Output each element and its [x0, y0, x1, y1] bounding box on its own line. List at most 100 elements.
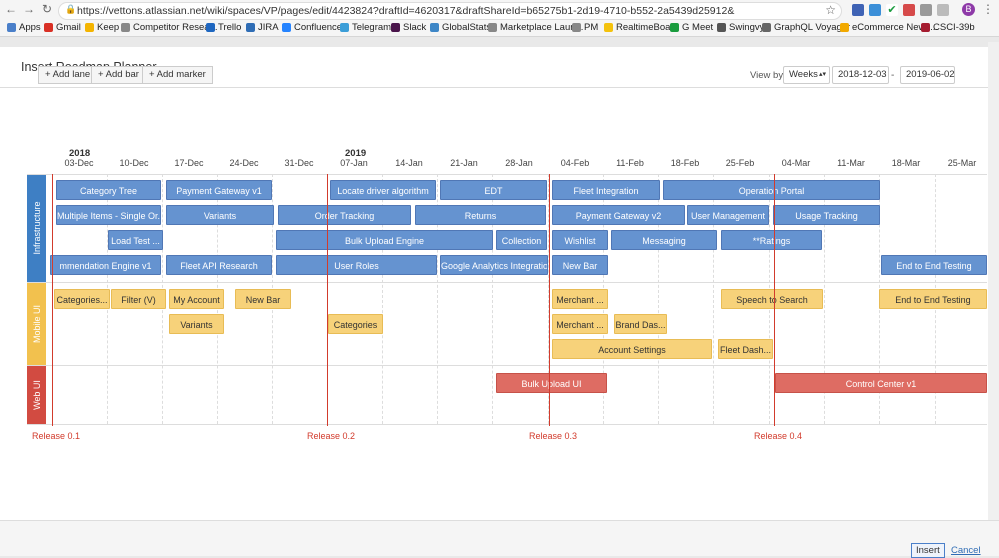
- scrollbar[interactable]: [988, 42, 999, 520]
- roadmap-bar[interactable]: Returns: [415, 205, 546, 225]
- bookmark-label: PM: [584, 22, 599, 33]
- add-lane-button[interactable]: + Add lane: [38, 66, 98, 84]
- bookmark-item[interactable]: PM: [572, 22, 598, 33]
- add-bar-button[interactable]: + Add bar: [91, 66, 146, 84]
- roadmap-bar[interactable]: Multiple Items - Single Or...: [56, 205, 161, 225]
- week-label: 25-Feb: [725, 158, 755, 168]
- extension-icon[interactable]: [937, 4, 949, 16]
- back-icon[interactable]: ←: [4, 2, 18, 16]
- release-marker-label[interactable]: Release 0.2: [307, 431, 355, 441]
- roadmap-bar[interactable]: Category Tree: [56, 180, 161, 200]
- bookmark-item[interactable]: Telegram: [340, 22, 391, 33]
- roadmap-bar[interactable]: Merchant ...: [552, 314, 608, 334]
- roadmap-bar[interactable]: Categories: [328, 314, 383, 334]
- bookmark-label: G Meet: [682, 22, 714, 33]
- lane-label[interactable]: Infrastructure: [27, 174, 46, 282]
- roadmap-bar[interactable]: Messaging: [611, 230, 717, 250]
- check-extension-icon[interactable]: ✔: [886, 4, 898, 16]
- roadmap-bar[interactable]: Operation Portal: [663, 180, 880, 200]
- view-by-select[interactable]: Weeks ▴▾: [783, 66, 830, 84]
- roadmap-bar[interactable]: Fleet API Research: [166, 255, 272, 275]
- lane-divider: [27, 282, 987, 283]
- roadmap-bar[interactable]: **Ratings: [721, 230, 822, 250]
- roadmap-bar[interactable]: Account Settings: [552, 339, 712, 359]
- extension-icon[interactable]: [852, 4, 864, 16]
- roadmap-bar[interactable]: Collection: [496, 230, 547, 250]
- cancel-link[interactable]: Cancel: [951, 545, 981, 556]
- roadmap-bar[interactable]: User Roles: [276, 255, 437, 275]
- release-marker-label[interactable]: Release 0.1: [32, 431, 80, 441]
- bookmark-item[interactable]: Confluence: [282, 22, 342, 33]
- view-by-label: View by: [750, 70, 784, 81]
- start-date-field[interactable]: 2018-12-03: [832, 66, 889, 84]
- bookmark-item[interactable]: Trello: [206, 22, 241, 33]
- roadmap-bar[interactable]: Speech to Search: [721, 289, 823, 309]
- bookmark-item[interactable]: Marketplace Laun...: [488, 22, 583, 33]
- lane-label[interactable]: Mobile UI: [27, 283, 46, 365]
- roadmap-bar[interactable]: Control Center v1: [775, 373, 987, 393]
- roadmap-bar[interactable]: User Management: [687, 205, 769, 225]
- release-marker-label[interactable]: Release 0.4: [754, 431, 802, 441]
- bookmark-favicon-icon: [670, 23, 679, 32]
- lane-label[interactable]: Web UI: [27, 366, 46, 424]
- bookmark-item[interactable]: JIRA: [246, 22, 279, 33]
- bookmark-item[interactable]: GraphQL Voyager: [762, 22, 850, 33]
- forward-icon[interactable]: →: [22, 2, 36, 16]
- release-marker-line[interactable]: [549, 174, 550, 426]
- bookmark-item[interactable]: CSCI-39b: [921, 22, 975, 33]
- roadmap-bar[interactable]: Brand Das...: [614, 314, 667, 334]
- roadmap-bar[interactable]: New Bar: [552, 255, 608, 275]
- bookmark-item[interactable]: GlobalStats: [430, 22, 491, 33]
- roadmap-bar[interactable]: Bulk Upload Engine: [276, 230, 493, 250]
- roadmap-bar[interactable]: Payment Gateway v1: [166, 180, 272, 200]
- roadmap-bar[interactable]: Variants: [169, 314, 224, 334]
- roadmap-bar[interactable]: Bulk Upload UI: [496, 373, 607, 393]
- menu-icon[interactable]: ⋮: [981, 2, 995, 16]
- bookmark-item[interactable]: Slack: [391, 22, 426, 33]
- roadmap-bar[interactable]: End to End Testing: [879, 289, 987, 309]
- roadmap-bar[interactable]: Filter (V): [111, 289, 166, 309]
- bookmark-item[interactable]: Swingvy: [717, 22, 764, 33]
- roadmap-bar[interactable]: Google Analytics Integration: [440, 255, 548, 275]
- roadmap-bar[interactable]: Locate driver algorithm: [330, 180, 436, 200]
- roadmap-bar[interactable]: Usage Tracking: [773, 205, 880, 225]
- bookmark-item[interactable]: Keep: [85, 22, 119, 33]
- release-marker-line[interactable]: [327, 174, 328, 426]
- roadmap-bar[interactable]: mmendation Engine v1: [50, 255, 161, 275]
- roadmap-bar[interactable]: End to End Testing: [881, 255, 987, 275]
- roadmap-bar[interactable]: EDT: [440, 180, 547, 200]
- roadmap-bar[interactable]: Wishlist: [552, 230, 608, 250]
- roadmap-bar[interactable]: Load Test ...: [108, 230, 163, 250]
- roadmap-bar[interactable]: Categories...: [54, 289, 110, 309]
- bookmark-item[interactable]: RealtimeBoard: [604, 22, 679, 33]
- roadmap-bar[interactable]: Merchant ...: [552, 289, 608, 309]
- bookmark-item[interactable]: Apps: [7, 22, 41, 33]
- extension-icon[interactable]: [869, 4, 881, 16]
- roadmap-bar[interactable]: Variants: [166, 205, 274, 225]
- roadmap-bar[interactable]: Payment Gateway v2: [552, 205, 685, 225]
- bookmark-item[interactable]: G Meet: [670, 22, 713, 33]
- end-date-field[interactable]: 2019-06-02: [900, 66, 955, 84]
- roadmap-bar[interactable]: Fleet Dash...: [718, 339, 773, 359]
- bookmark-favicon-icon: [921, 23, 930, 32]
- release-marker-label[interactable]: Release 0.3: [529, 431, 577, 441]
- roadmap-bar[interactable]: Order Tracking: [278, 205, 411, 225]
- bookmark-star-icon[interactable]: ☆: [825, 3, 836, 17]
- profile-avatar[interactable]: B: [962, 3, 975, 16]
- add-marker-button[interactable]: + Add marker: [142, 66, 213, 84]
- extension-icon[interactable]: [903, 4, 915, 16]
- release-marker-line[interactable]: [52, 174, 53, 426]
- lane-name: Infrastructure: [31, 201, 42, 255]
- bookmark-item[interactable]: Gmail: [44, 22, 81, 33]
- release-marker-line[interactable]: [774, 174, 775, 426]
- camera-extension-icon[interactable]: [920, 4, 932, 16]
- address-bar[interactable]: 🔒 https://vettons.atlassian.net/wiki/spa…: [58, 2, 842, 20]
- roadmap-bar[interactable]: New Bar: [235, 289, 291, 309]
- week-label: 04-Feb: [560, 158, 590, 168]
- roadmap-bar[interactable]: Fleet Integration: [552, 180, 660, 200]
- reload-icon[interactable]: ↻: [40, 2, 54, 16]
- roadmap-bar[interactable]: My Account: [169, 289, 224, 309]
- bookmark-item[interactable]: Competitor Resea...: [121, 22, 217, 33]
- bookmark-favicon-icon: [121, 23, 130, 32]
- insert-button[interactable]: Insert: [911, 543, 945, 558]
